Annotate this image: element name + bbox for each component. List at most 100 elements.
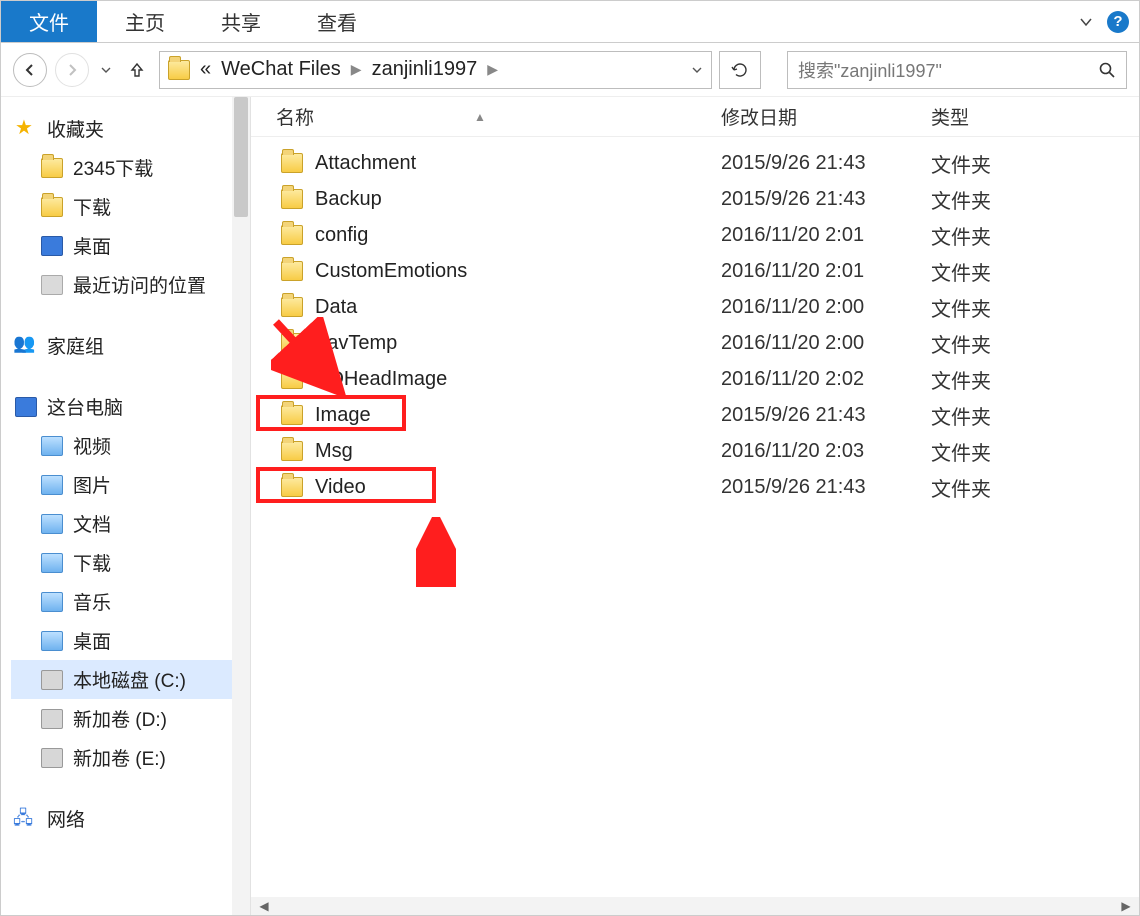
sidebar-item-label: 图片 xyxy=(73,471,111,498)
back-button[interactable] xyxy=(13,53,47,87)
sidebar-item-favorites[interactable]: 收藏夹 xyxy=(11,109,246,148)
file-row[interactable]: CustomEmotions2016/11/20 2:01文件夹 xyxy=(271,253,1139,289)
sidebar-item[interactable]: 新加卷 (D:) xyxy=(11,699,246,738)
file-date: 2015/9/26 21:43 xyxy=(721,476,931,499)
sidebar-scrollbar[interactable] xyxy=(232,97,250,915)
file-type: 文件夹 xyxy=(931,365,991,394)
ribbon: 文件 主页 共享 查看 ? xyxy=(1,1,1139,43)
ribbon-tab-share[interactable]: 共享 xyxy=(193,1,289,42)
folder-icon xyxy=(281,297,303,317)
sidebar-item-label: 收藏夹 xyxy=(47,115,104,142)
refresh-button[interactable] xyxy=(719,51,761,89)
sidebar-item[interactable]: 桌面 xyxy=(11,226,246,265)
folder-icon xyxy=(168,60,190,80)
file-date: 2016/11/20 2:01 xyxy=(721,260,931,283)
scroll-right-icon[interactable]: ▶ xyxy=(1117,899,1135,913)
file-type: 文件夹 xyxy=(931,185,991,214)
sidebar-item-label: 这台电脑 xyxy=(47,393,123,420)
sidebar-item[interactable]: 本地磁盘 (C:) xyxy=(11,660,246,699)
file-name: Image xyxy=(315,404,371,427)
sidebar-item-homegroup[interactable]: 家庭组 xyxy=(11,326,246,365)
help-icon[interactable]: ? xyxy=(1107,11,1129,33)
sidebar-item-label: 桌面 xyxy=(73,627,111,654)
sidebar-item-label: 网络 xyxy=(47,805,85,832)
file-name: Attachment xyxy=(315,152,416,175)
horizontal-scrollbar[interactable]: ◀ ▶ xyxy=(251,897,1139,915)
file-row[interactable]: Data2016/11/20 2:00文件夹 xyxy=(271,289,1139,325)
folder-icon xyxy=(281,261,303,281)
breadcrumb-item[interactable]: WeChat Files xyxy=(221,58,341,81)
sidebar-item[interactable]: 下载 xyxy=(11,187,246,226)
ribbon-tab-file[interactable]: 文件 xyxy=(1,1,97,42)
file-row[interactable]: FavTemp2016/11/20 2:00文件夹 xyxy=(271,325,1139,361)
search-placeholder: 搜索"zanjinli1997" xyxy=(798,57,942,83)
file-row[interactable]: Backup2015/9/26 21:43文件夹 xyxy=(271,181,1139,217)
ribbon-tab-view[interactable]: 查看 xyxy=(289,1,385,42)
folder-icon xyxy=(281,369,303,389)
folder-icon xyxy=(281,441,303,461)
sidebar-item[interactable]: 桌面 xyxy=(11,621,246,660)
scroll-left-icon[interactable]: ◀ xyxy=(255,899,273,913)
sidebar-item[interactable]: 音乐 xyxy=(11,582,246,621)
annotation-arrow xyxy=(416,517,456,587)
sidebar-item[interactable]: 最近访问的位置 xyxy=(11,265,246,304)
folder-icon xyxy=(281,153,303,173)
sidebar-item[interactable]: 文档 xyxy=(11,504,246,543)
sidebar: 收藏夹 2345下载 下载 桌面 最近访问的位置 家庭组 xyxy=(1,97,251,915)
sidebar-item-label: 下载 xyxy=(73,193,111,220)
file-list: Attachment2015/9/26 21:43文件夹Backup2015/9… xyxy=(251,137,1139,897)
file-name: Backup xyxy=(315,188,382,211)
homegroup-icon xyxy=(15,336,37,356)
sidebar-item-label: 2345下载 xyxy=(73,154,153,181)
sidebar-item-label: 视频 xyxy=(73,432,111,459)
sidebar-item[interactable]: 视频 xyxy=(11,426,246,465)
chevron-down-icon[interactable] xyxy=(1075,11,1097,33)
sidebar-item-this-pc[interactable]: 这台电脑 xyxy=(11,387,246,426)
column-header-name[interactable]: 名称 xyxy=(276,103,314,130)
recent-icon xyxy=(41,275,63,295)
column-header-date[interactable]: 修改日期 xyxy=(721,103,931,130)
desktop-icon xyxy=(41,236,63,256)
file-type: 文件夹 xyxy=(931,473,991,502)
scrollbar-thumb[interactable] xyxy=(234,97,248,217)
up-button[interactable] xyxy=(123,56,151,84)
sidebar-item-label: 下载 xyxy=(73,549,111,576)
sidebar-item-network[interactable]: 网络 xyxy=(11,799,246,838)
breadcrumb-item[interactable]: zanjinli1997 xyxy=(372,58,478,81)
folder-icon xyxy=(281,405,303,425)
file-type: 文件夹 xyxy=(931,221,991,250)
file-row[interactable]: Video2015/9/26 21:43文件夹 xyxy=(271,469,1139,505)
file-row[interactable]: config2016/11/20 2:01文件夹 xyxy=(271,217,1139,253)
file-name: HDHeadImage xyxy=(315,368,447,391)
sort-indicator-icon: ▲ xyxy=(474,110,486,124)
file-type: 文件夹 xyxy=(931,401,991,430)
address-dropdown-icon[interactable] xyxy=(691,64,703,76)
drive-icon xyxy=(41,670,63,690)
forward-button[interactable] xyxy=(55,53,89,87)
file-name: Data xyxy=(315,296,357,319)
history-dropdown-icon[interactable] xyxy=(97,65,115,75)
file-row[interactable]: Attachment2015/9/26 21:43文件夹 xyxy=(271,145,1139,181)
search-icon xyxy=(1098,61,1116,79)
sidebar-item-label: 本地磁盘 (C:) xyxy=(73,666,186,693)
music-icon xyxy=(41,592,63,612)
address-bar[interactable]: « WeChat Files ▶ zanjinli1997 ▶ xyxy=(159,51,712,89)
sidebar-item[interactable]: 图片 xyxy=(11,465,246,504)
file-row[interactable]: HDHeadImage2016/11/20 2:02文件夹 xyxy=(271,361,1139,397)
file-row[interactable]: Msg2016/11/20 2:03文件夹 xyxy=(271,433,1139,469)
sidebar-item[interactable]: 新加卷 (E:) xyxy=(11,738,246,777)
sidebar-item[interactable]: 下载 xyxy=(11,543,246,582)
file-row[interactable]: Image2015/9/26 21:43文件夹 xyxy=(271,397,1139,433)
chevron-right-icon: ▶ xyxy=(487,61,498,78)
downloads-icon xyxy=(41,553,63,573)
folder-icon xyxy=(41,197,63,217)
file-date: 2016/11/20 2:01 xyxy=(721,224,931,247)
search-input[interactable]: 搜索"zanjinli1997" xyxy=(787,51,1127,89)
drive-icon xyxy=(41,748,63,768)
column-header-type[interactable]: 类型 xyxy=(931,103,1139,130)
ribbon-tab-home[interactable]: 主页 xyxy=(97,1,193,42)
network-icon xyxy=(15,809,37,829)
folder-icon xyxy=(41,158,63,178)
sidebar-item[interactable]: 2345下载 xyxy=(11,148,246,187)
drive-icon xyxy=(41,709,63,729)
